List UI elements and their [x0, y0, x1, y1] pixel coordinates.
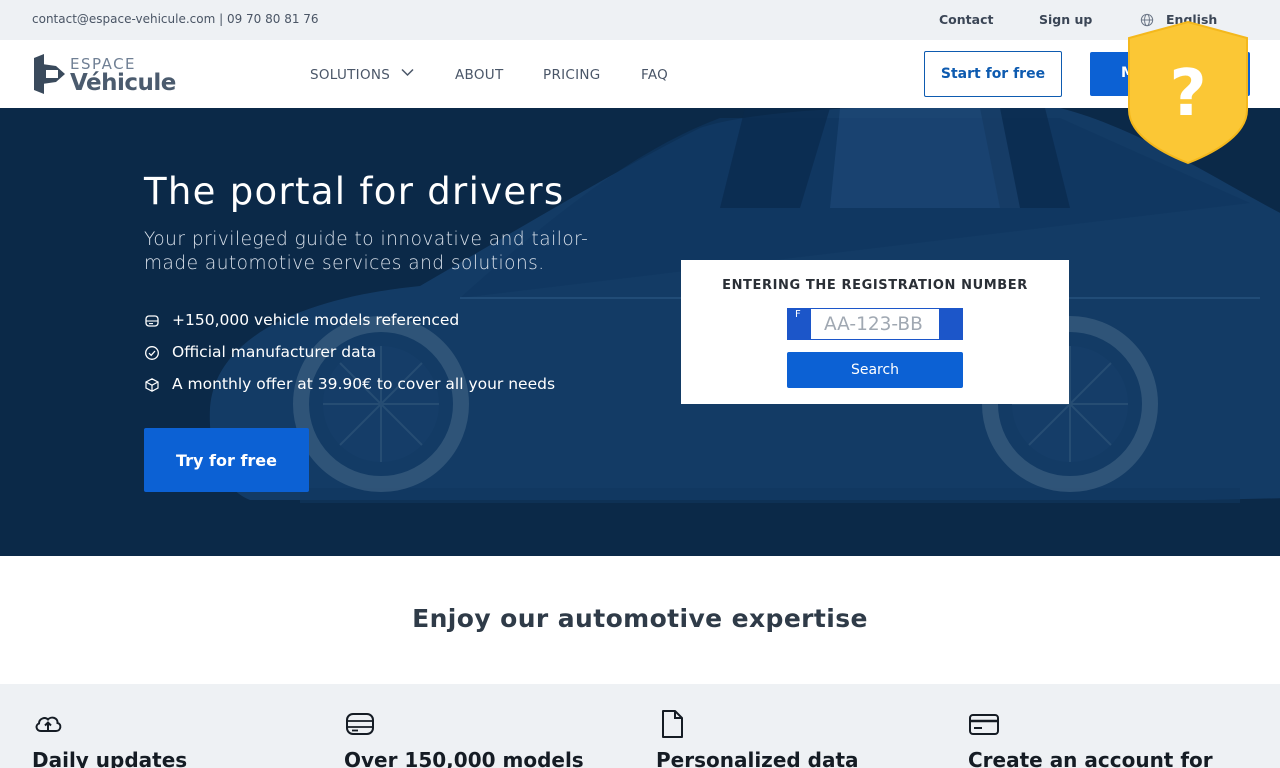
license-plate-field: F [787, 308, 963, 340]
database-icon [145, 315, 159, 327]
database-icon [346, 713, 374, 735]
contact-link[interactable]: Contact [939, 12, 993, 27]
contact-info: contact@espace-vehicule.com | 09 70 80 8… [32, 12, 319, 26]
start-for-free-button[interactable]: Start for free [924, 51, 1062, 97]
svg-text:?: ? [1169, 57, 1206, 131]
nav-about[interactable]: ABOUT [455, 67, 504, 83]
cube-icon [145, 378, 159, 392]
registration-title: ENTERING THE REGISTRATION NUMBER [722, 278, 1028, 293]
nav-faq[interactable]: FAQ [641, 67, 668, 83]
signup-link[interactable]: Sign up [1039, 12, 1092, 27]
credit-card-icon [969, 714, 999, 735]
feature-text: +150,000 vehicle models referenced [172, 311, 460, 329]
feature-text: Official manufacturer data [172, 343, 377, 361]
try-for-free-button[interactable]: Try for free [144, 428, 309, 492]
card-title: Create an account for [968, 748, 1213, 768]
nav-pricing[interactable]: PRICING [543, 67, 601, 83]
features-strip: Daily updates Over 150,000 models Person… [0, 684, 1280, 768]
card-create-account: Create an account for [968, 684, 1268, 768]
country-code: F [795, 309, 801, 320]
card-personalized-data: Personalized data [656, 684, 956, 768]
hero-subtitle: Your privileged guide to innovative and … [144, 229, 589, 274]
file-icon [662, 710, 683, 738]
help-shield-icon[interactable]: ? [1126, 20, 1250, 165]
hero-section: The portal for drivers Your privileged g… [0, 108, 1280, 556]
card-daily-updates: Daily updates [32, 684, 332, 768]
card-models: Over 150,000 models [344, 684, 644, 768]
main-nav: ESPACE Véhicule SOLUTIONS ABOUT PRICING … [0, 40, 1280, 108]
card-title: Daily updates [32, 748, 188, 768]
logo-text-bottom: Véhicule [70, 70, 176, 96]
card-title: Personalized data [656, 748, 859, 768]
feature-text: A monthly offer at 39.90€ to cover all y… [172, 375, 556, 393]
nav-solutions[interactable]: SOLUTIONS [310, 67, 390, 83]
registration-search-card: ENTERING THE REGISTRATION NUMBER F Searc… [681, 260, 1069, 404]
cloud-upload-icon [35, 716, 62, 732]
registration-input[interactable] [811, 309, 939, 339]
card-title: Over 150,000 models [344, 748, 584, 768]
check-circle-icon [145, 346, 159, 360]
expertise-title: Enjoy our automotive expertise [412, 604, 868, 633]
logo[interactable]: ESPACE Véhicule [32, 54, 182, 96]
chevron-down-icon[interactable] [401, 68, 414, 77]
top-bar: contact@espace-vehicule.com | 09 70 80 8… [0, 0, 1280, 40]
logo-car-icon [34, 54, 65, 94]
hero-title: The portal for drivers [144, 170, 565, 213]
search-button[interactable]: Search [787, 352, 963, 388]
